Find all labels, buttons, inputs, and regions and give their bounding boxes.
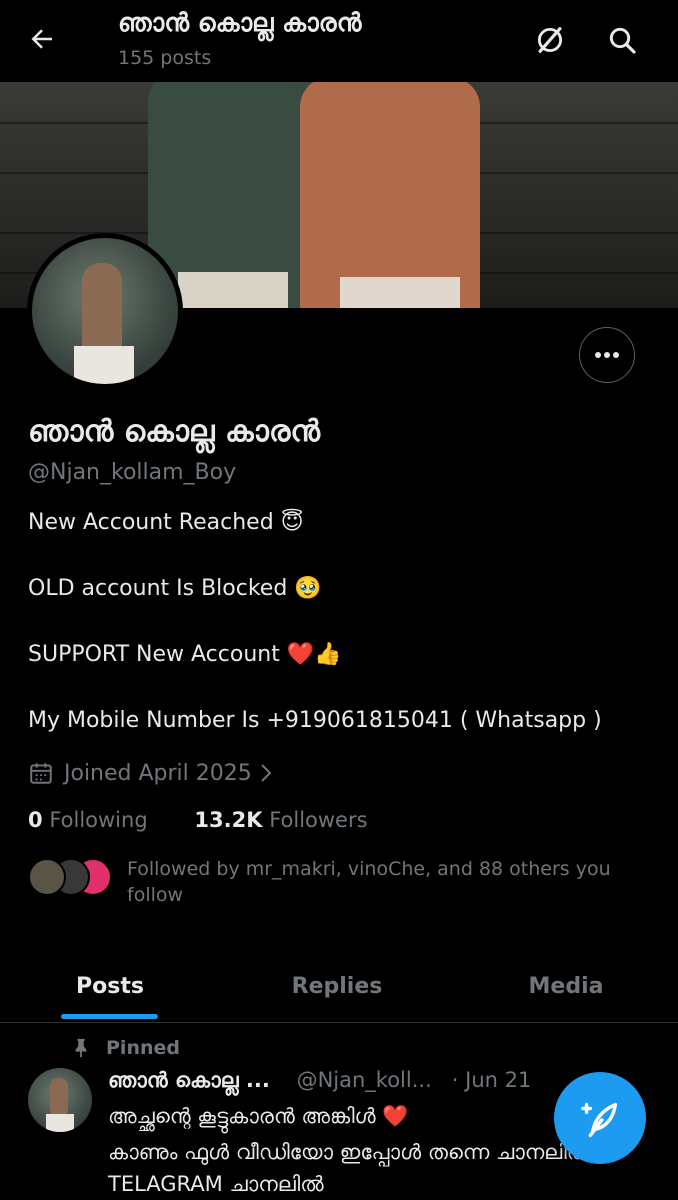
post-count: 155 posts — [118, 47, 212, 69]
followers-link[interactable]: 13.2K Followers — [194, 808, 367, 832]
joined-date[interactable]: Joined April 2025 — [28, 756, 276, 790]
display-name: ഞാൻ കൊല്ല കാരൻ — [28, 414, 321, 449]
following-link[interactable]: 0 Following — [28, 808, 148, 832]
avatar — [28, 858, 66, 896]
bio-line-1: New Account Reached 😇 — [28, 510, 304, 535]
top-bar: ഞാൻ കൊല്ല കാരൻ 155 posts — [0, 0, 678, 82]
profile-avatar[interactable] — [27, 233, 183, 389]
followed-by-avatars[interactable] — [28, 858, 112, 896]
followers-count: 13.2K — [194, 808, 263, 832]
bio-line-3: SUPPORT New Account ❤️👍 — [28, 642, 342, 667]
profile-tabs: Posts Replies Media — [0, 950, 678, 1023]
header-title: ഞാൻ കൊല്ല കാരൻ — [118, 8, 362, 37]
active-tab-indicator — [61, 1014, 158, 1019]
post-author-avatar[interactable] — [28, 1068, 92, 1132]
more-dots-icon — [595, 352, 619, 358]
arrow-left-icon — [31, 29, 52, 49]
search-icon — [609, 27, 636, 54]
more-options-button[interactable] — [579, 327, 635, 383]
post-text-line-2: കാണും ഫുൾ വീഡിയോ ഇപ്പോൾ തന്നെ ചാനലിൽ — [108, 1140, 591, 1164]
follow-stats: 0 Following 13.2K Followers — [28, 808, 368, 832]
bio-line-4: My Mobile Number Is +919061815041 ( What… — [28, 708, 602, 733]
post-date[interactable]: · Jun 21 — [452, 1068, 532, 1092]
joined-label: Joined April 2025 — [64, 760, 252, 786]
search-button[interactable] — [602, 20, 642, 60]
compose-post-button[interactable] — [554, 1072, 646, 1164]
tab-media[interactable]: Media — [486, 950, 646, 1022]
chevron-right-icon — [261, 764, 272, 782]
pinned-label-row: Pinned — [70, 1034, 180, 1062]
user-handle: @Njan_kollam_Boy — [28, 460, 237, 485]
post-text-line-3: TELAGRAM ചാനലിൽ — [108, 1172, 324, 1196]
pinned-label: Pinned — [106, 1037, 180, 1059]
tab-replies[interactable]: Replies — [257, 950, 417, 1022]
post-header: ഞാൻ കൊല്ല ... @Njan_koll... · Jun 21 — [108, 1068, 531, 1093]
back-button[interactable] — [20, 20, 64, 58]
following-count: 0 — [28, 808, 43, 832]
post-text-line-1: അച്ഛന്റെ കൂട്ടുകാരൻ അങ്കിൾ ❤️ — [108, 1104, 409, 1128]
banner-person-right — [300, 82, 480, 308]
followed-by-text[interactable]: Followed by mr_makri, vinoChe, and 88 ot… — [127, 856, 627, 908]
followers-label: Followers — [269, 808, 368, 832]
pin-icon — [75, 1038, 87, 1058]
grok-icon — [537, 27, 563, 53]
feather-plus-icon — [581, 1102, 618, 1137]
bio-line-2: OLD account Is Blocked 🥹 — [28, 576, 322, 601]
tab-posts[interactable]: Posts — [30, 950, 190, 1022]
grok-button[interactable] — [530, 20, 570, 60]
post-author-handle[interactable]: @Njan_koll... — [297, 1068, 432, 1092]
following-label: Following — [49, 808, 148, 832]
calendar-icon — [30, 763, 52, 784]
post-author-name[interactable]: ഞാൻ കൊല്ല ... — [108, 1068, 270, 1092]
